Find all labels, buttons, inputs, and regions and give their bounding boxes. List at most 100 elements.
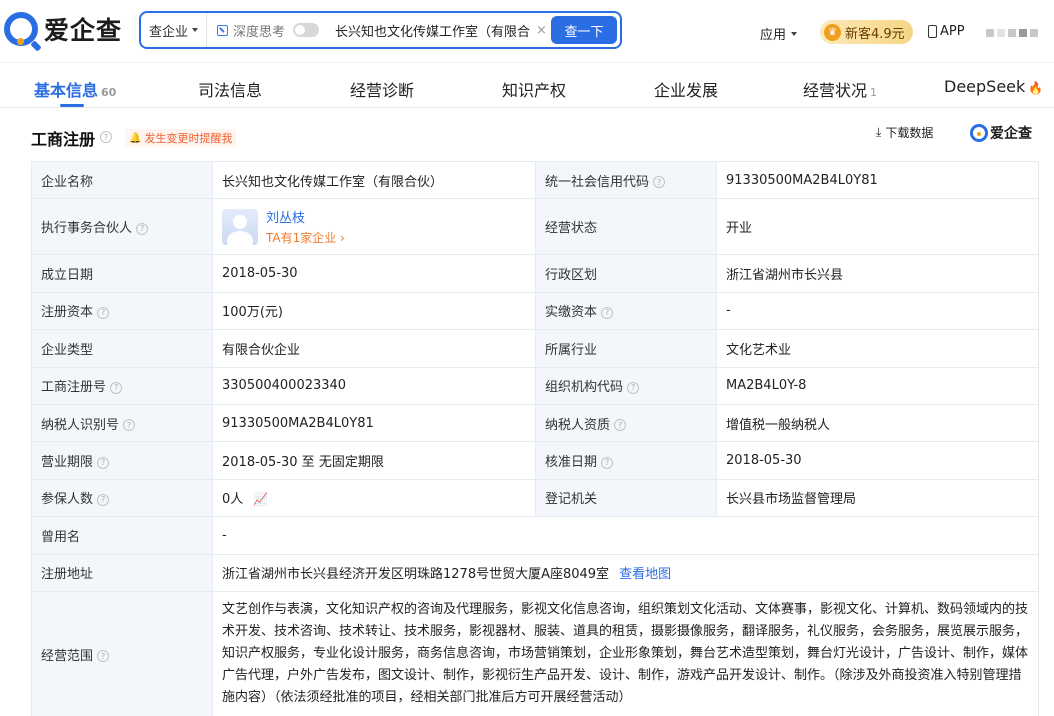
search-type-dropdown[interactable]: 查企业 — [141, 13, 207, 47]
table-row: 纳税人识别号 ? 91330500MA2B4L0Y81 纳税人资质 ? 增值税一… — [31, 403, 1039, 443]
table-row: 曾用名 - — [31, 516, 1039, 555]
apps-menu[interactable]: 应用 — [760, 24, 798, 43]
taxpayer-qual-value: 增值税一般纳税人 — [716, 403, 1039, 443]
tab-label: 知识产权 — [502, 81, 567, 100]
label-text: 经营范围 — [41, 648, 94, 664]
search-input[interactable] — [335, 22, 531, 38]
new-user-badge[interactable]: ♛ 新客4.9元 — [820, 20, 913, 44]
help-icon[interactable]: ? — [136, 222, 149, 235]
tab-intellectual-property[interactable]: 知识产权 — [502, 77, 566, 101]
label-text: 执行事务合伙人 — [41, 221, 133, 237]
top-header: 爱企查 查企业 深度思考 × 查一下 应用 ♛ 新客4.9元 APP — [0, 0, 1054, 62]
address-label: 注册地址 — [31, 553, 213, 592]
app-download-link[interactable]: APP — [928, 24, 965, 39]
paid-capital-label: 实缴资本 ? — [535, 291, 717, 331]
capital-label: 注册资本 ? — [31, 291, 213, 331]
partner-companies-link[interactable]: TA有1家企业 › — [266, 229, 345, 246]
toggle-switch[interactable] — [293, 23, 320, 37]
app-link-label: APP — [940, 24, 965, 39]
former-name-label: 曾用名 — [31, 516, 213, 555]
tab-count: 1 — [870, 86, 878, 99]
avatar[interactable] — [222, 208, 258, 245]
table-row: 成立日期 2018-05-30 行政区划 浙江省湖州市长兴县 — [31, 254, 1039, 293]
tab-label: 经营状况 — [803, 81, 868, 100]
change-notify-button[interactable]: 🔔 发生变更时提醒我 — [125, 129, 237, 147]
label-text: 工商注册号 — [41, 380, 107, 396]
industry-value: 文化艺术业 — [716, 329, 1039, 368]
org-code-value: MA2B4L0Y-8 — [716, 366, 1039, 405]
partner-name-link[interactable]: 刘丛枝 — [266, 207, 345, 226]
help-icon[interactable]: ? — [100, 131, 112, 143]
table-row: 参保人数 ? 0人 📈 登记机关 长兴县市场监督管理局 — [31, 478, 1039, 518]
term-value: 2018-05-30 至 无固定期限 — [212, 441, 536, 480]
capital-value: 100万(元) — [212, 291, 536, 331]
insured-label: 参保人数 ? — [31, 478, 213, 518]
reg-no-value: 330500400023340 — [212, 366, 536, 405]
site-logo[interactable]: 爱企查 — [4, 10, 122, 48]
clear-icon[interactable]: × — [536, 23, 547, 38]
label-text: 注册资本 — [41, 305, 94, 321]
search-button[interactable]: 查一下 — [551, 16, 617, 44]
taxpayer-id-value: 91330500MA2B4L0Y81 — [212, 403, 536, 443]
table-row: 企业类型 有限合伙企业 所属行业 文化艺术业 — [31, 329, 1039, 368]
help-icon[interactable]: ? — [601, 306, 614, 319]
region-label: 行政区划 — [535, 254, 717, 293]
chevron-down-icon — [791, 31, 798, 36]
view-map-link[interactable]: 查看地图 — [619, 567, 671, 582]
table-row: 营业期限 ? 2018-05-30 至 无固定期限 核准日期 ? 2018-05… — [31, 441, 1039, 480]
chevron-down-icon — [192, 28, 198, 32]
credit-code-label: 统一社会信用代码 ? — [535, 160, 717, 200]
help-icon[interactable]: ? — [653, 176, 666, 189]
registration-table: 企业名称 长兴知也文化传媒工作室（有限合伙） 统一社会信用代码 ? 913305… — [31, 160, 1039, 716]
trend-chart-icon[interactable]: 📈 — [253, 492, 268, 506]
insured-count: 0人 — [222, 492, 244, 508]
paid-capital-value: - — [716, 291, 1039, 331]
tab-business-diagnosis[interactable]: 经营诊断 — [350, 77, 414, 101]
address-text: 浙江省湖州市长兴县经济开发区明珠路1278号世贸大厦A座8049室 — [222, 567, 610, 583]
tab-judicial-info[interactable]: 司法信息 — [198, 77, 262, 101]
help-icon[interactable]: ? — [601, 456, 614, 469]
deep-think-toggle[interactable]: 深度思考 — [207, 21, 329, 40]
status-label: 经营状态 — [535, 198, 717, 256]
term-label: 营业期限 ? — [31, 441, 213, 480]
partner-label: 执行事务合伙人 ? — [31, 198, 213, 256]
table-row: 注册地址 浙江省湖州市长兴县经济开发区明珠路1278号世贸大厦A座8049室 查看… — [31, 553, 1039, 592]
tab-enterprise-development[interactable]: 企业发展 — [654, 77, 718, 101]
table-row: 企业名称 长兴知也文化传媒工作室（有限合伙） 统一社会信用代码 ? 913305… — [31, 160, 1039, 200]
label-text: 纳税人识别号 — [41, 417, 120, 433]
help-icon[interactable]: ? — [97, 456, 110, 469]
approval-label: 核准日期 ? — [535, 441, 717, 480]
bell-icon: 🔔 — [129, 132, 142, 144]
help-icon[interactable]: ? — [97, 650, 110, 663]
region-value: 浙江省湖州市长兴县 — [716, 254, 1039, 293]
industry-label: 所属行业 — [535, 329, 717, 368]
download-icon: ⤓ — [876, 125, 882, 139]
tab-business-status[interactable]: 经营状况 1 — [803, 77, 877, 101]
help-icon[interactable]: ? — [123, 419, 136, 432]
watermark-logo-text: 爱企查 — [990, 126, 1032, 142]
notify-label: 发生变更时提醒我 — [144, 132, 233, 145]
help-icon[interactable]: ? — [110, 381, 123, 394]
tab-deepseek[interactable]: DeepSeek 🔥 — [944, 77, 1043, 96]
label-text: 核准日期 — [545, 455, 598, 471]
type-label: 企业类型 — [31, 329, 213, 368]
user-account-menu[interactable] — [986, 29, 1038, 37]
partner-value: 刘丛枝 TA有1家企业 › — [212, 198, 536, 256]
help-icon[interactable]: ? — [614, 419, 627, 432]
watermark-logo: 爱企查 — [970, 123, 1032, 143]
help-icon[interactable]: ? — [627, 381, 640, 394]
tab-label: 经营诊断 — [350, 81, 415, 100]
founded-value: 2018-05-30 — [212, 254, 536, 293]
help-icon[interactable]: ? — [97, 493, 110, 506]
tab-basic-info[interactable]: 基本信息 60 — [34, 77, 116, 101]
label-text: 纳税人资质 — [545, 417, 611, 433]
former-name-value: - — [212, 516, 1039, 555]
type-value: 有限合伙企业 — [212, 329, 536, 368]
help-icon[interactable]: ? — [97, 306, 110, 319]
table-row: 工商注册号 ? 330500400023340 组织机构代码 ? MA2B4L0… — [31, 366, 1039, 405]
apps-menu-label: 应用 — [760, 28, 787, 43]
table-row: 执行事务合伙人 ? 刘丛枝 TA有1家企业 › 经营状态 开业 — [31, 198, 1039, 256]
download-data-button[interactable]: ⤓ 下载数据 — [876, 124, 933, 141]
main-tabs: 基本信息 60 司法信息 经营诊断 知识产权 企业发展 经营状况 1 DeepS… — [0, 62, 1054, 108]
table-row: 经营范围 ? 文艺创作与表演，文化知识产权的咨询及代理服务，影视文化信息咨询，组… — [31, 590, 1039, 716]
